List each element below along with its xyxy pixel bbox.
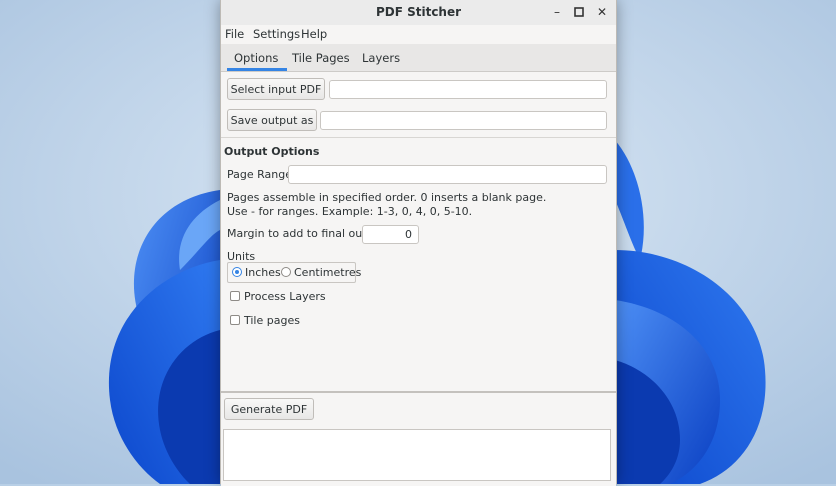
tab-layers[interactable]: Layers xyxy=(362,51,400,65)
margin-input[interactable] xyxy=(362,225,419,244)
page-range-input[interactable] xyxy=(288,165,607,184)
select-input-pdf-button[interactable]: Select input PDF xyxy=(227,78,325,100)
close-icon[interactable]: ✕ xyxy=(594,4,610,20)
maximize-icon[interactable] xyxy=(571,4,587,20)
tile-pages-label[interactable]: Tile pages xyxy=(244,314,300,327)
page-range-label: Page Range: xyxy=(227,168,296,181)
log-output[interactable] xyxy=(223,429,611,481)
centimetres-label[interactable]: Centimetres xyxy=(294,266,361,279)
tab-tile-pages[interactable]: Tile Pages xyxy=(292,51,350,65)
page-range-help-line-1: Pages assemble in specified order. 0 ins… xyxy=(227,191,547,204)
tile-pages-checkbox[interactable] xyxy=(230,315,240,325)
menu-bar: File Settings Help xyxy=(221,25,616,44)
output-options-heading: Output Options xyxy=(224,145,320,158)
pdf-stitcher-window: PDF Stitcher – ✕ File Settings Help Opti… xyxy=(220,0,617,486)
input-pdf-field[interactable] xyxy=(329,80,607,99)
selected-tab-indicator xyxy=(227,68,287,71)
tab-strip: Options Tile Pages Layers xyxy=(221,44,616,72)
title-bar[interactable]: PDF Stitcher – ✕ xyxy=(221,0,616,26)
menu-settings[interactable]: Settings xyxy=(253,27,300,41)
minimize-icon[interactable]: – xyxy=(549,4,565,20)
generate-pdf-button[interactable]: Generate PDF xyxy=(224,398,314,420)
save-output-as-button[interactable]: Save output as xyxy=(227,109,317,131)
centimetres-radio[interactable] xyxy=(281,267,291,277)
menu-file[interactable]: File xyxy=(225,27,244,41)
process-layers-checkbox[interactable] xyxy=(230,291,240,301)
inches-label[interactable]: Inches xyxy=(245,266,281,279)
tab-options[interactable]: Options xyxy=(234,51,278,65)
units-group: Inches Centimetres xyxy=(227,262,361,283)
process-layers-label[interactable]: Process Layers xyxy=(244,290,326,303)
menu-help[interactable]: Help xyxy=(301,27,327,41)
output-pdf-field[interactable] xyxy=(320,111,607,130)
separator xyxy=(221,137,616,138)
bottom-panel: Generate PDF xyxy=(221,391,616,486)
inches-radio[interactable] xyxy=(232,267,242,277)
page-range-help-line-2: Use - for ranges. Example: 1-3, 0, 4, 0,… xyxy=(227,205,473,218)
